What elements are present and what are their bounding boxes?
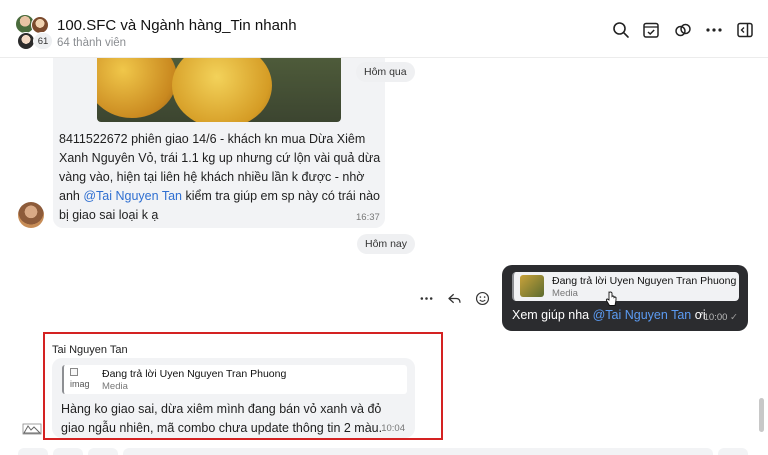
more-icon[interactable] — [704, 20, 724, 40]
mention-link[interactable]: @Tai Nguyen Tan — [593, 308, 692, 322]
message-text: Xem giúp nha @Tai Nguyen Tan ơi — [512, 308, 706, 322]
mention-link[interactable]: @Tai Nguyen Tan — [83, 189, 182, 203]
composer-button[interactable] — [88, 448, 118, 455]
message-text: Hàng ko giao sai, dừa xiêm mình đang bán… — [61, 402, 383, 435]
composer-bar — [0, 445, 768, 455]
group-avatar[interactable]: 61 — [15, 14, 53, 50]
composer-button[interactable] — [18, 448, 48, 455]
chat-header: 61 100.SFC và Ngành hàng_Tin nhanh 64 th… — [0, 0, 768, 58]
emoji-icon[interactable] — [472, 288, 492, 308]
link-icon[interactable] — [673, 20, 693, 40]
fruit-image — [172, 58, 272, 122]
sender-name[interactable]: Tai Nguyen Tan — [52, 344, 128, 356]
avatar[interactable] — [22, 423, 42, 435]
date-divider: Hôm nay — [357, 234, 416, 254]
message-text: 8411522672 phiên giao 14/6 - khách kn mu… — [59, 130, 381, 225]
member-count[interactable]: 64 thành viên — [57, 37, 126, 49]
quote-thumbnail — [520, 275, 544, 297]
calendar-check-icon[interactable] — [641, 20, 661, 40]
date-divider: Hôm qua — [356, 62, 415, 82]
search-icon[interactable] — [611, 20, 631, 40]
member-count-badge: 61 — [33, 32, 53, 50]
chat-area[interactable]: Hôm qua 8411522672 phiên giao 14/6 - khá… — [0, 58, 768, 455]
avatar[interactable] — [18, 202, 44, 228]
scrollbar[interactable] — [759, 398, 764, 432]
outgoing-message[interactable]: Đang trả lời Uyen Nguyen Tran Phuong Med… — [502, 265, 748, 331]
quote-title: Đang trả lời Uyen Nguyen Tran Phuong — [552, 275, 737, 287]
hand-cursor-icon — [605, 291, 617, 306]
composer-button[interactable] — [718, 448, 748, 455]
quote-subtitle: Media — [552, 288, 578, 299]
message-bubble[interactable]: imag Đang trả lời Uyen Nguyen Tran Phuon… — [52, 358, 415, 438]
more-icon[interactable] — [416, 288, 436, 308]
broken-image-icon: imag — [70, 368, 96, 392]
group-title[interactable]: 100.SFC và Ngành hàng_Tin nhanh — [57, 17, 297, 34]
reply-icon[interactable] — [444, 288, 464, 308]
composer-button[interactable] — [53, 448, 83, 455]
reply-quote[interactable]: imag Đang trả lời Uyen Nguyen Tran Phuon… — [62, 365, 407, 394]
reply-quote[interactable]: Đang trả lời Uyen Nguyen Tran Phuong Med… — [512, 272, 739, 301]
sidebar-toggle-icon[interactable] — [735, 20, 755, 40]
fruit-image — [97, 58, 177, 118]
message-time: 16:37 — [356, 212, 380, 223]
message-input[interactable] — [123, 448, 713, 455]
message-time: 10:00 ✓ — [703, 312, 738, 323]
message-text-part: Xem giúp nha — [512, 308, 593, 322]
quote-subtitle: Media — [102, 381, 128, 392]
message-photo[interactable] — [97, 58, 341, 122]
quote-title: Đang trả lời Uyen Nguyen Tran Phuong — [102, 368, 287, 380]
message-time: 10:04 — [381, 423, 405, 434]
